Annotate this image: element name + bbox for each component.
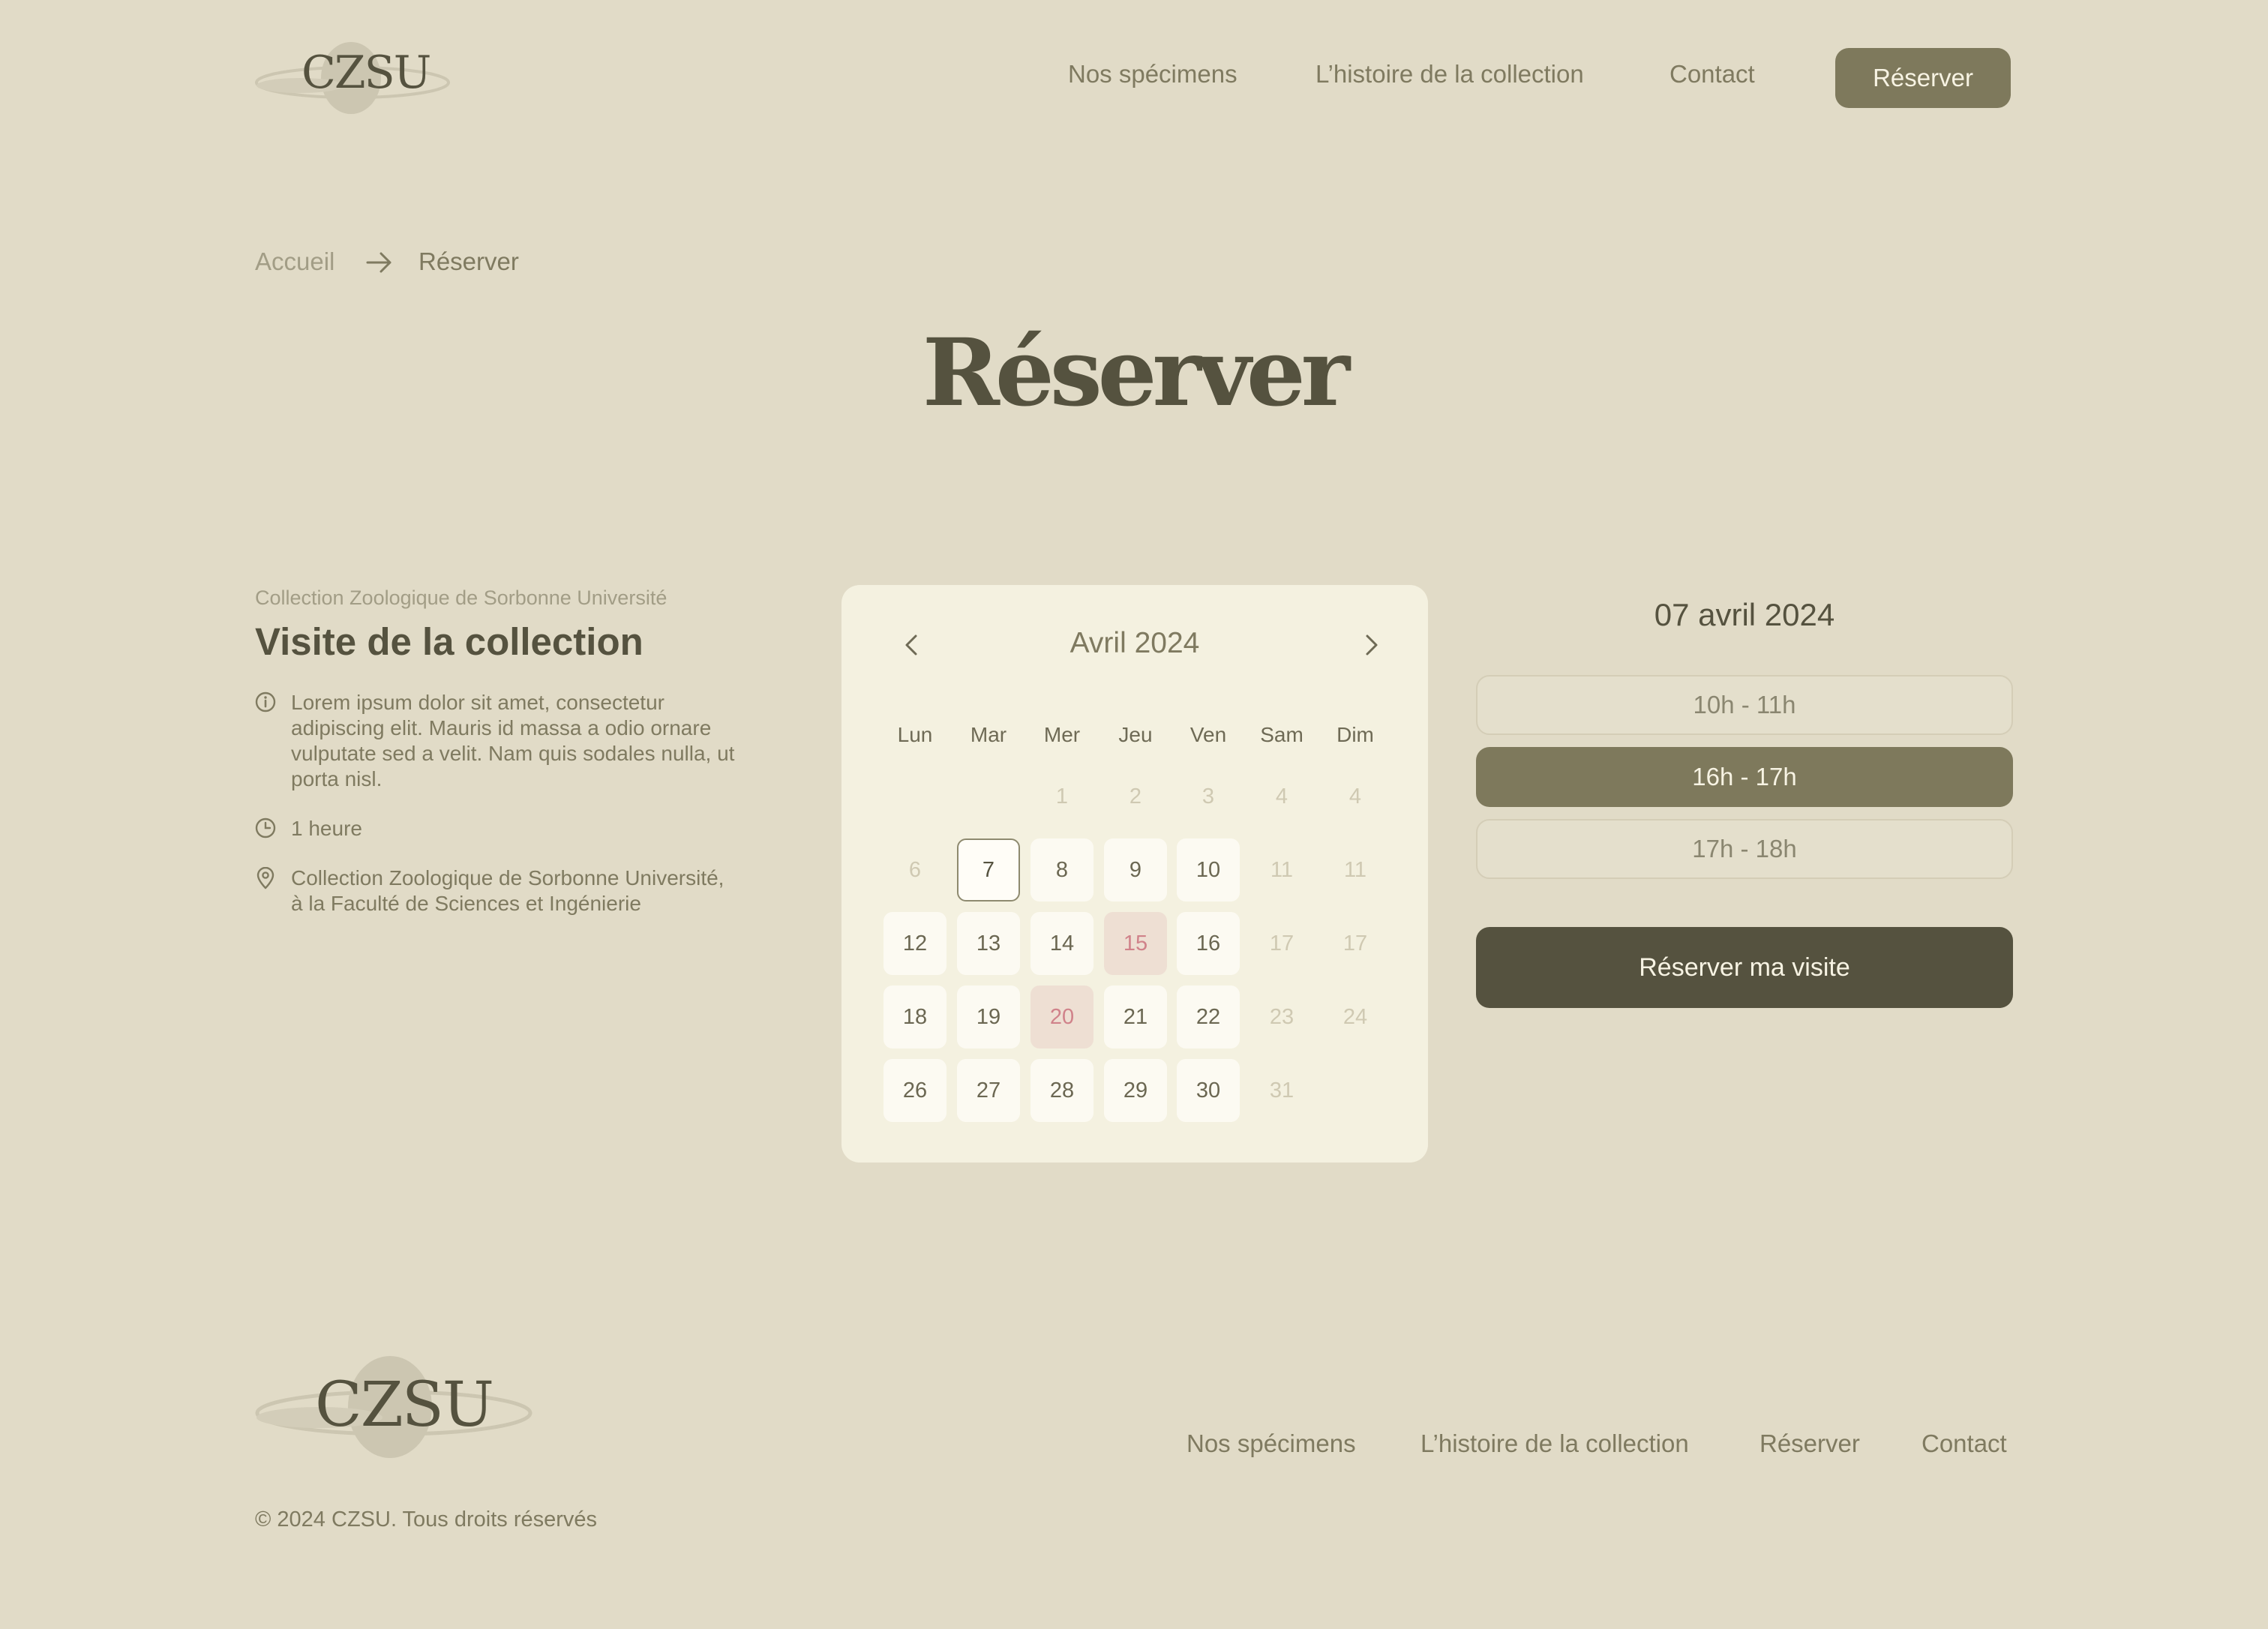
logo-text: CZSU	[302, 46, 431, 99]
calendar: Avril 2024 Lun Mar Mer Jeu Ven Sam Dim 1 2 3 4 4 6 7 8…	[842, 585, 1428, 1162]
weekday-header: Sam	[1260, 723, 1304, 746]
chevron-right-icon[interactable]	[1356, 630, 1386, 660]
calendar-day: 1	[1055, 784, 1069, 808]
footer-link-contact[interactable]: Contact	[1922, 1430, 2007, 1458]
calendar-day[interactable]: 29	[1104, 1059, 1167, 1122]
calendar-day[interactable]: 13	[957, 912, 1020, 975]
footer-link-reserve[interactable]: Réserver	[1760, 1430, 1860, 1458]
calendar-day: 17	[1269, 931, 1294, 956]
calendar-day: 31	[1269, 1078, 1294, 1102]
weekday-header: Lun	[897, 723, 933, 746]
description-line: Lorem ipsum dolor sit amet, consectetur	[291, 691, 664, 714]
breadcrumb-home[interactable]: Accueil	[255, 248, 334, 276]
calendar-day[interactable]: 16	[1177, 912, 1240, 975]
visit-description: Lorem ipsum dolor sit amet, consectetur …	[255, 690, 780, 792]
calendar-day[interactable]: 15	[1104, 912, 1167, 975]
calendar-day[interactable]: 10	[1177, 838, 1240, 902]
weekday-header: Jeu	[1118, 723, 1153, 746]
calendar-day: 23	[1269, 1004, 1294, 1029]
calendar-day[interactable]: 20	[1030, 986, 1094, 1048]
calendar-day: 4	[1275, 784, 1288, 808]
calendar-day[interactable]: 18	[884, 986, 946, 1048]
footer-link-history[interactable]: L’histoire de la collection	[1420, 1430, 1689, 1458]
weekday-header: Mer	[1043, 723, 1081, 746]
clock-icon	[255, 818, 276, 838]
header-logo[interactable]: CZSU	[255, 39, 450, 117]
calendar-day[interactable]: 19	[957, 986, 1020, 1048]
description-line: porta nisl.	[291, 767, 382, 790]
calendar-day: 11	[1270, 857, 1294, 882]
page-title: Réserver	[922, 319, 1350, 428]
visit-duration: 1 heure	[255, 816, 780, 842]
breadcrumb-current: Réserver	[418, 248, 519, 275]
calendar-day[interactable]: 8	[1030, 838, 1094, 902]
visit-title: Visite de la collection	[255, 620, 644, 663]
description-line: vulputate sed a velit. Nam quis sodales …	[291, 742, 735, 765]
calendar-day: 6	[908, 857, 922, 882]
calendar-day: 17	[1342, 931, 1368, 956]
description-line: adipiscing elit. Mauris id massa a odio …	[291, 716, 712, 740]
location-line: à la Faculté de Sciences et Ingénierie	[291, 892, 641, 915]
reserve-visit-button[interactable]: Réserver ma visite	[1476, 927, 2013, 1008]
calendar-day[interactable]: 14	[1030, 912, 1094, 975]
nav-history[interactable]: L’histoire de la collection	[1316, 60, 1584, 88]
duration-text: 1 heure	[291, 817, 362, 840]
calendar-day: 2	[1129, 784, 1142, 808]
visit-location: Collection Zoologique de Sorbonne Univer…	[255, 866, 780, 916]
calendar-day[interactable]: 12	[884, 912, 946, 975]
calendar-day[interactable]: 21	[1104, 986, 1167, 1048]
calendar-day: 4	[1348, 784, 1362, 808]
calendar-day: 24	[1342, 1004, 1368, 1029]
nav-contact[interactable]: Contact	[1670, 60, 1755, 88]
header-reserve-button[interactable]: Réserver	[1835, 48, 2011, 108]
footer-logo[interactable]: CZSU	[255, 1353, 532, 1460]
calendar-day[interactable]: 22	[1177, 986, 1240, 1048]
time-slot[interactable]: 17h - 18h	[1476, 819, 2013, 879]
nav-specimens[interactable]: Nos spécimens	[1068, 60, 1238, 88]
info-icon	[255, 692, 276, 712]
organization-label: Collection Zoologique de Sorbonne Univer…	[255, 586, 668, 609]
calendar-day[interactable]: 26	[884, 1059, 946, 1122]
footer-link-specimens[interactable]: Nos spécimens	[1186, 1430, 1356, 1458]
selected-date: 07 avril 2024	[1654, 597, 1835, 632]
weekday-header: Mar	[970, 723, 1007, 746]
calendar-day[interactable]: 9	[1104, 838, 1167, 902]
weekday-header: Dim	[1336, 723, 1374, 746]
time-slot[interactable]: 16h - 17h	[1476, 747, 2013, 807]
calendar-day[interactable]: 28	[1030, 1059, 1094, 1122]
location-pin-icon	[256, 866, 274, 890]
calendar-day[interactable]: 7	[957, 838, 1020, 902]
arrow-right-icon	[366, 252, 392, 273]
calendar-day[interactable]: 27	[957, 1059, 1020, 1122]
calendar-day: 11	[1343, 857, 1367, 882]
location-line: Collection Zoologique de Sorbonne Univer…	[291, 866, 724, 890]
copyright-text: © 2024 CZSU. Tous droits réservés	[255, 1508, 598, 1532]
calendar-month-label: Avril 2024	[1070, 627, 1200, 659]
calendar-day: 3	[1202, 784, 1215, 808]
time-slot[interactable]: 10h - 11h	[1476, 675, 2013, 735]
calendar-day[interactable]: 30	[1177, 1059, 1240, 1122]
logo-text: CZSU	[315, 1370, 494, 1441]
weekday-header: Ven	[1190, 723, 1227, 746]
